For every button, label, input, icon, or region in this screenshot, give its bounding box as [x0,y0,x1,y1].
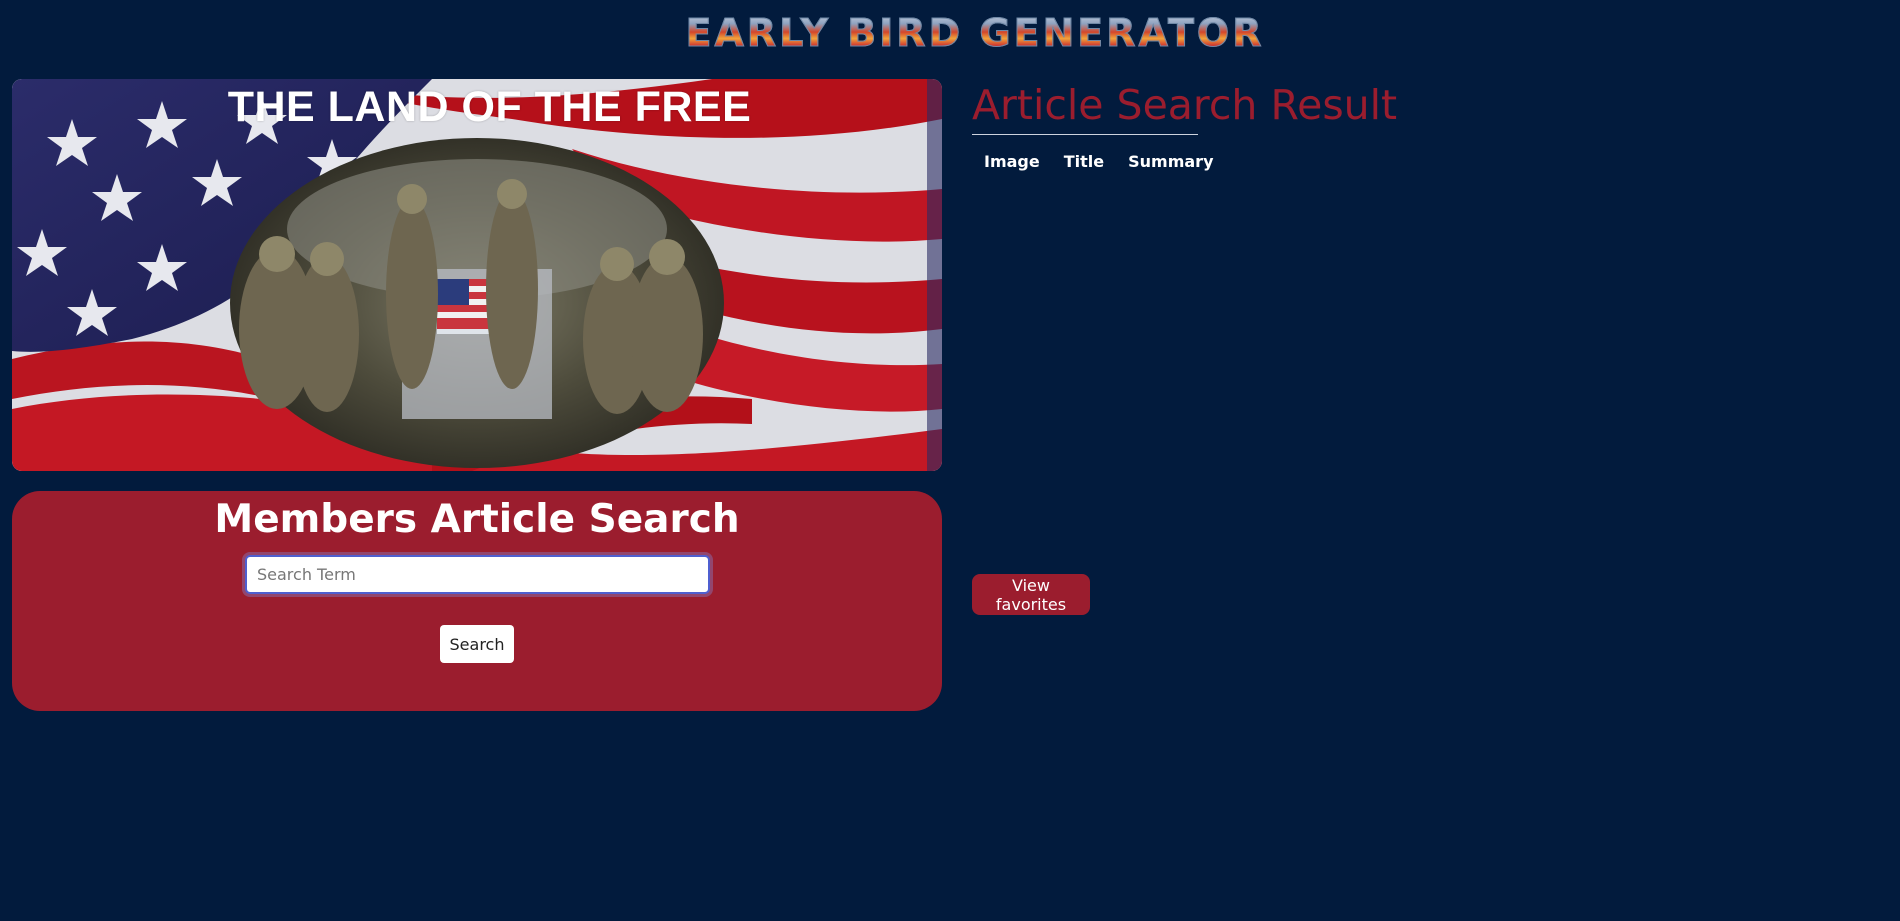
hero-banner: THE LAND OF THE FREE [12,79,942,471]
header: EARLY BIRD GENERATOR [0,0,1900,66]
search-panel: Members Article Search Search [12,491,942,711]
search-panel-title: Members Article Search [214,497,740,542]
column-header-image: Image [984,152,1040,171]
results-divider [972,134,1198,135]
column-header-summary: Summary [1128,152,1214,171]
site-logo[interactable]: EARLY BIRD GENERATOR [685,10,1265,56]
results-header-row: Image Title Summary [972,148,1226,175]
search-input[interactable] [245,555,710,594]
hero-title: THE LAND OF THE FREE [227,83,752,131]
column-header-title: Title [1063,152,1105,171]
results-title: Article Search Result [972,81,1398,129]
results-table: Image Title Summary [972,148,1226,175]
search-button[interactable]: Search [440,625,514,663]
view-favorites-button[interactable]: View favorites [972,574,1090,615]
american-flag-soldiers-image [12,79,942,471]
